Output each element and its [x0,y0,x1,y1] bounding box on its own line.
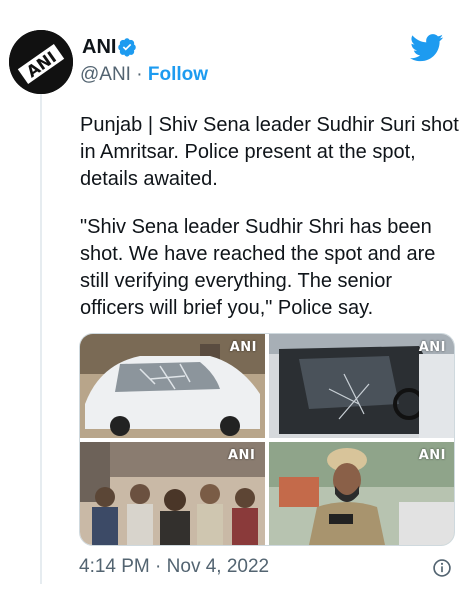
media-image-3[interactable]: ANI [80,442,265,545]
twitter-bird-icon[interactable] [410,34,444,62]
tweet-date: Nov 4, 2022 [166,556,270,577]
separator: · [136,64,143,85]
handle-row: @ANI · Follow [80,64,208,86]
media-image-4[interactable]: ANI [269,442,454,545]
tweet-paragraph: "Shiv Sena leader Sudhir Shri has been s… [80,216,436,319]
ani-logo-icon: ANI [9,30,73,94]
thread-divider [40,84,42,584]
info-icon[interactable] [432,558,452,578]
tweet-text: Punjab | Shiv Sena leader Sudhir Suri sh… [80,112,460,343]
verified-badge-icon [118,38,136,57]
watermark: ANI [418,340,446,355]
timestamp[interactable]: 4:14 PM · Nov 4, 2022 [79,556,269,578]
author-handle[interactable]: @ANI [80,64,131,85]
watermark: ANI [228,448,256,463]
tweet-card: ANI ANI @ANI · Follow Punjab | Shiv Sena… [0,0,474,593]
watermark: ANI [229,340,257,355]
media-grid[interactable]: ANI ANI ANI ANI [79,333,455,546]
follow-button[interactable]: Follow [148,64,208,85]
separator: · [155,556,162,577]
media-image-2[interactable]: ANI [269,334,454,438]
author-name[interactable]: ANI [82,36,116,59]
avatar[interactable]: ANI [9,30,73,94]
media-image-1[interactable]: ANI [80,334,265,438]
tweet-paragraph: Punjab | Shiv Sena leader Sudhir Suri sh… [80,114,459,190]
tweet-time: 4:14 PM [79,556,150,577]
watermark: ANI [418,448,446,463]
